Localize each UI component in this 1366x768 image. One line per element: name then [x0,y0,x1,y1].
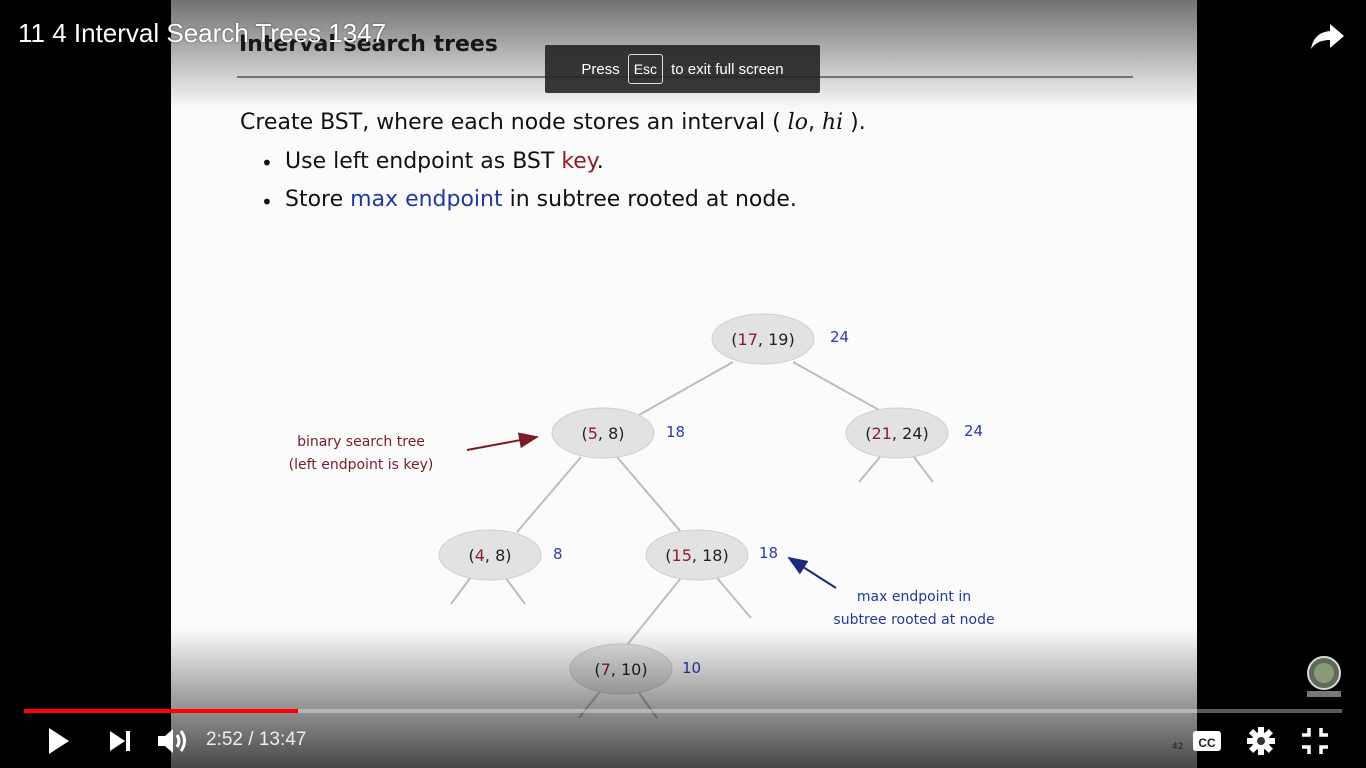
channel-watermark-logo[interactable] [1306,655,1342,699]
next-icon [110,731,130,751]
tree-node-max-endpoint: 24 [830,328,849,346]
tree-node: (17, 19) 24 [711,313,849,365]
bst-arrow [466,432,539,451]
time-current: 2:52 [206,729,243,750]
volume-icon [158,729,186,753]
share-button[interactable] [1308,18,1348,54]
video-frame-slide: Interval search trees Create BST, where … [171,0,1197,768]
max-arrow [787,556,837,589]
svg-text:CC: CC [1198,736,1216,750]
time-duration: 13:47 [258,729,307,750]
fullscreen-notice-suffix: to exit full screen [671,60,784,78]
interval-tree-diagram: (17, 19) 24 (5, 8) 18 (21, 24) 24 (4, 8) 8 (15, … [289,313,995,719]
tree-node-interval: (15, 18) [665,546,728,565]
time-separator: / [248,729,254,750]
tree-node-max-endpoint: 18 [666,423,685,441]
tree-node-max-endpoint: 10 [682,659,701,677]
subtitles-button[interactable]: CC [1190,726,1224,756]
tree-node-interval: (5, 8) [581,424,624,443]
tree-node: (7, 10) 10 [569,643,701,695]
annotation-max-line2: subtree rooted at node [833,612,994,628]
tree-node: (21, 24) 24 [845,407,983,459]
tree-node: (4, 8) 8 [438,529,563,581]
tree-node: (5, 8) 18 [551,407,685,459]
play-button[interactable] [42,725,76,757]
slide-number: 42 [1172,742,1184,752]
settings-button[interactable] [1244,724,1278,758]
exit-fullscreen-button[interactable] [1299,725,1331,757]
tree-node-max-endpoint: 18 [759,544,778,562]
video-title[interactable]: 11 4 Interval Search Trees 1347 [18,18,386,49]
tree-node-interval: (21, 24) [865,424,928,443]
annotation-max-line1: max endpoint in [857,589,971,605]
share-icon [1311,24,1344,49]
subtitles-icon: CC [1193,731,1221,751]
tree-node: (15, 18) 18 [645,529,778,581]
esc-key-badge: Esc [627,54,664,84]
annotation-bst-line1: binary search tree [297,434,425,450]
settings-icon [1247,727,1275,755]
fullscreen-notice-press: Press [581,60,620,78]
progress-played [24,709,299,713]
video-player[interactable]: Interval search trees Create BST, where … [0,0,1366,768]
next-button[interactable] [104,727,136,755]
tree-node-max-endpoint: 24 [964,422,983,440]
tree-node-interval: (4, 8) [468,546,511,565]
tree-node-interval: (17, 19) [731,330,794,349]
tree-node-max-endpoint: 8 [553,545,563,563]
play-icon [49,728,69,754]
tree-node-interval: (7, 10) [594,660,647,679]
fullscreen-notice: Press Esc to exit full screen [545,45,820,93]
tree-nodes: (17, 19) 24 (5, 8) 18 (21, 24) 24 (4, 8) 8 (15, … [438,313,983,695]
volume-button[interactable] [155,725,191,757]
time-display: 2:52 / 13:47 [206,729,306,751]
exit-fullscreen-icon [1302,728,1328,754]
annotation-bst-line2: (left endpoint is key) [289,457,434,473]
progress-bar[interactable] [24,709,1342,713]
